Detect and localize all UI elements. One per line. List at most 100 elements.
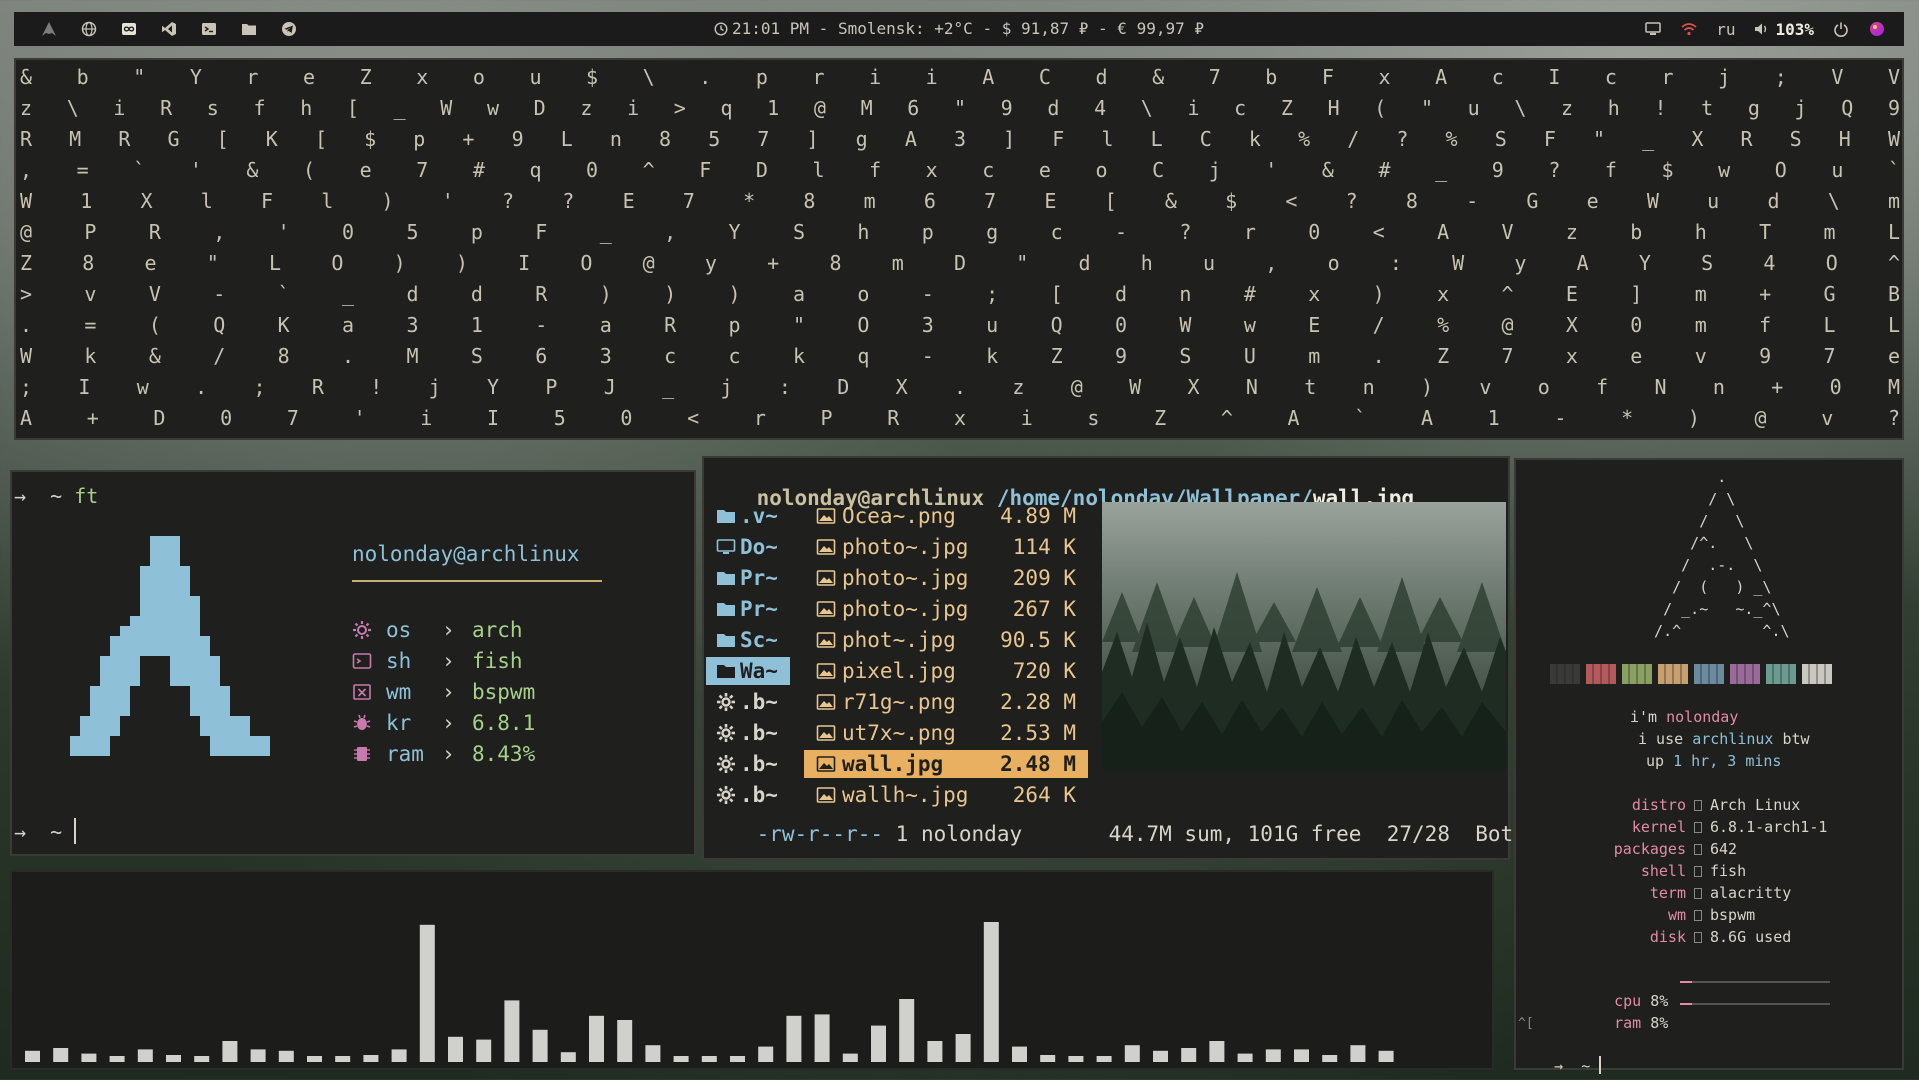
visualizer-bars	[25, 922, 1394, 1062]
matrix-terminal[interactable]: & b " Y r e Z x o u $ \ . p r i i A C d …	[14, 58, 1904, 440]
image-preview	[1102, 502, 1506, 770]
nf-prompt-line[interactable]: → ~	[1518, 1038, 1602, 1080]
volume-control[interactable]: 103%	[1753, 20, 1814, 39]
nf-info-disk: disk 8.6G used	[1516, 928, 1896, 946]
monitor-icon[interactable]	[1644, 20, 1662, 38]
visualizer-bar	[842, 1053, 858, 1062]
fetch-sep: ›	[442, 648, 455, 673]
ram-bar-fill	[1680, 1003, 1692, 1005]
up-line: up 1 hr, 3 mins	[1646, 752, 1781, 770]
fm-parent-name: .b~	[740, 690, 778, 714]
folder-icon	[716, 569, 738, 587]
vscode-icon[interactable]	[160, 20, 178, 38]
fm-parent-item[interactable]: Pr~	[706, 595, 790, 623]
color-icon[interactable]	[1868, 20, 1886, 38]
nf-info-shell: shell fish	[1516, 862, 1896, 880]
up-text: up	[1646, 752, 1674, 770]
fm-file-item[interactable]: Ocea~.png 4.89 M	[804, 502, 1088, 530]
fm-file-item[interactable]: ut7x~.png 2.53 M	[804, 719, 1088, 747]
matrix-row: R M R G [ K [ $ p + 9 L n 8 5 7 ] g A 3 …	[20, 127, 1901, 151]
power-icon[interactable]	[1832, 20, 1850, 38]
image-icon	[816, 631, 840, 649]
logo-line: /^. \	[1636, 534, 1754, 552]
nf-info-key: wm	[1667, 906, 1686, 924]
fm-file-item[interactable]: r71g~.png 2.28 M	[804, 688, 1088, 716]
image-icon	[816, 538, 840, 556]
visualizer-bar	[871, 1025, 886, 1062]
matrix-row: & b " Y r e Z x o u $ \ . p r i i A C d …	[20, 65, 1900, 89]
fm-parent-item[interactable]: .b~	[706, 688, 790, 716]
arch-icon[interactable]	[40, 20, 58, 38]
visualizer-bar	[419, 924, 435, 1062]
fm-permissions: -rw-r--r--	[756, 822, 884, 846]
visualizer-bar	[589, 1015, 604, 1062]
fm-parent-item[interactable]: Wa~	[706, 657, 790, 685]
fm-status-bar: -rw-r--r-- 1 nolonday	[706, 798, 1023, 870]
visualizer-bar	[391, 1049, 407, 1062]
cpu-bar-fill	[1680, 981, 1692, 983]
nf-distro-word: archlinux	[1692, 730, 1774, 748]
fm-disk-info: 44.7M sum, 101G free	[1108, 822, 1362, 846]
prompt-text: → ~	[14, 820, 75, 844]
fm-parent-item[interactable]: Pr~	[706, 564, 790, 592]
keyboard-layout[interactable]: ru	[1716, 20, 1735, 39]
neofetch-terminal[interactable]: . / \ / \ /^. \ / .-. \ / ( ) _\ / _.~ ~…	[1514, 458, 1904, 1075]
fm-file-item[interactable]: photo~.jpg 209 K	[804, 564, 1088, 592]
btw-text: btw	[1773, 730, 1810, 748]
status-text[interactable]: 21:01 PM - Smolensk: +2°C - $ 91,87 ₽ - …	[732, 19, 1204, 38]
fetch-row-kr: kr › 6.8.1	[352, 707, 535, 738]
prompt-text: → ~	[14, 484, 75, 508]
visualizer-bar	[927, 1041, 943, 1062]
visualizer-bar	[166, 1055, 181, 1062]
fm-parent-item[interactable]: Sc~	[706, 626, 790, 654]
visualizer-bar	[955, 1034, 971, 1062]
terminal-icon[interactable]	[200, 20, 218, 38]
fm-parent-item[interactable]: Do~	[706, 533, 790, 561]
telegram-icon[interactable]	[280, 20, 298, 38]
fm-file-name: pixel.jpg	[842, 659, 956, 683]
matrix-row: Z 8 e " L O ) ) I O @ y + 8 m D " d h u …	[20, 251, 1900, 275]
fm-parent-item[interactable]: .b~	[706, 750, 790, 778]
fm-file-item[interactable]: wall.jpg 2.48 M	[804, 750, 1088, 778]
visualizer-bar	[1378, 1050, 1394, 1062]
fm-file-name: Ocea~.png	[842, 504, 956, 528]
visualizer-bar	[1237, 1053, 1253, 1062]
fm-parent-item[interactable]: .b~	[706, 719, 790, 747]
fm-file-size: 2.53 M	[1000, 721, 1076, 745]
fm-file-item[interactable]: photo~.jpg 114 K	[804, 533, 1088, 561]
fm-parent-name: Wa~	[740, 659, 778, 683]
fm-parent-item[interactable]: .v~	[706, 502, 790, 530]
visualizer-bar	[1181, 1048, 1197, 1062]
file-manager[interactable]: nolonday@archlinux /home/nolonday/Wallpa…	[702, 456, 1513, 860]
fm-parent-name: .b~	[740, 721, 778, 745]
fetch-terminal[interactable]: → ~ ft nolonday@archlinux os › arch sh › fish…	[10, 470, 696, 856]
fm-file-size: 2.48 M	[987, 752, 1076, 776]
fetch-sep: ›	[442, 741, 455, 766]
fm-file-item[interactable]: photo~.jpg 267 K	[804, 595, 1088, 623]
top-bar: 21:01 PM - Smolensk: +2°C - $ 91,87 ₽ - …	[14, 12, 1904, 46]
fm-file-item[interactable]: pixel.jpg 720 K	[804, 657, 1088, 685]
fetch-row-os: os › arch	[352, 614, 535, 645]
prompt-line[interactable]: → ~	[14, 818, 77, 844]
title-underline	[352, 580, 602, 582]
box-glyph-icon	[1694, 800, 1702, 811]
folder-icon[interactable]	[240, 20, 258, 38]
fm-file-size: 267 K	[1012, 597, 1076, 621]
globe-icon[interactable]	[80, 20, 98, 38]
image-icon	[816, 755, 840, 773]
nf-info-value: bspwm	[1710, 906, 1756, 924]
fm-file-size: 2.28 M	[1000, 690, 1076, 714]
fm-file-item[interactable]: phot~.jpg 90.5 K	[804, 626, 1088, 654]
gear-icon	[716, 723, 738, 743]
wifi-icon[interactable]	[1680, 20, 1698, 38]
fm-file-name: phot~.jpg	[842, 628, 956, 652]
tray: ru 103%	[1644, 20, 1886, 39]
infinity-icon[interactable]	[120, 20, 138, 38]
fm-file-size: 4.89 M	[1000, 504, 1076, 528]
logo-line: .	[1636, 468, 1727, 486]
nf-info-value: 6.8.1-arch1-1	[1710, 818, 1828, 836]
fetch-key: wm	[386, 679, 412, 704]
audio-visualizer[interactable]	[10, 870, 1494, 1070]
ram-bar	[1680, 1003, 1830, 1005]
nf-info-key: distro	[1631, 796, 1686, 814]
